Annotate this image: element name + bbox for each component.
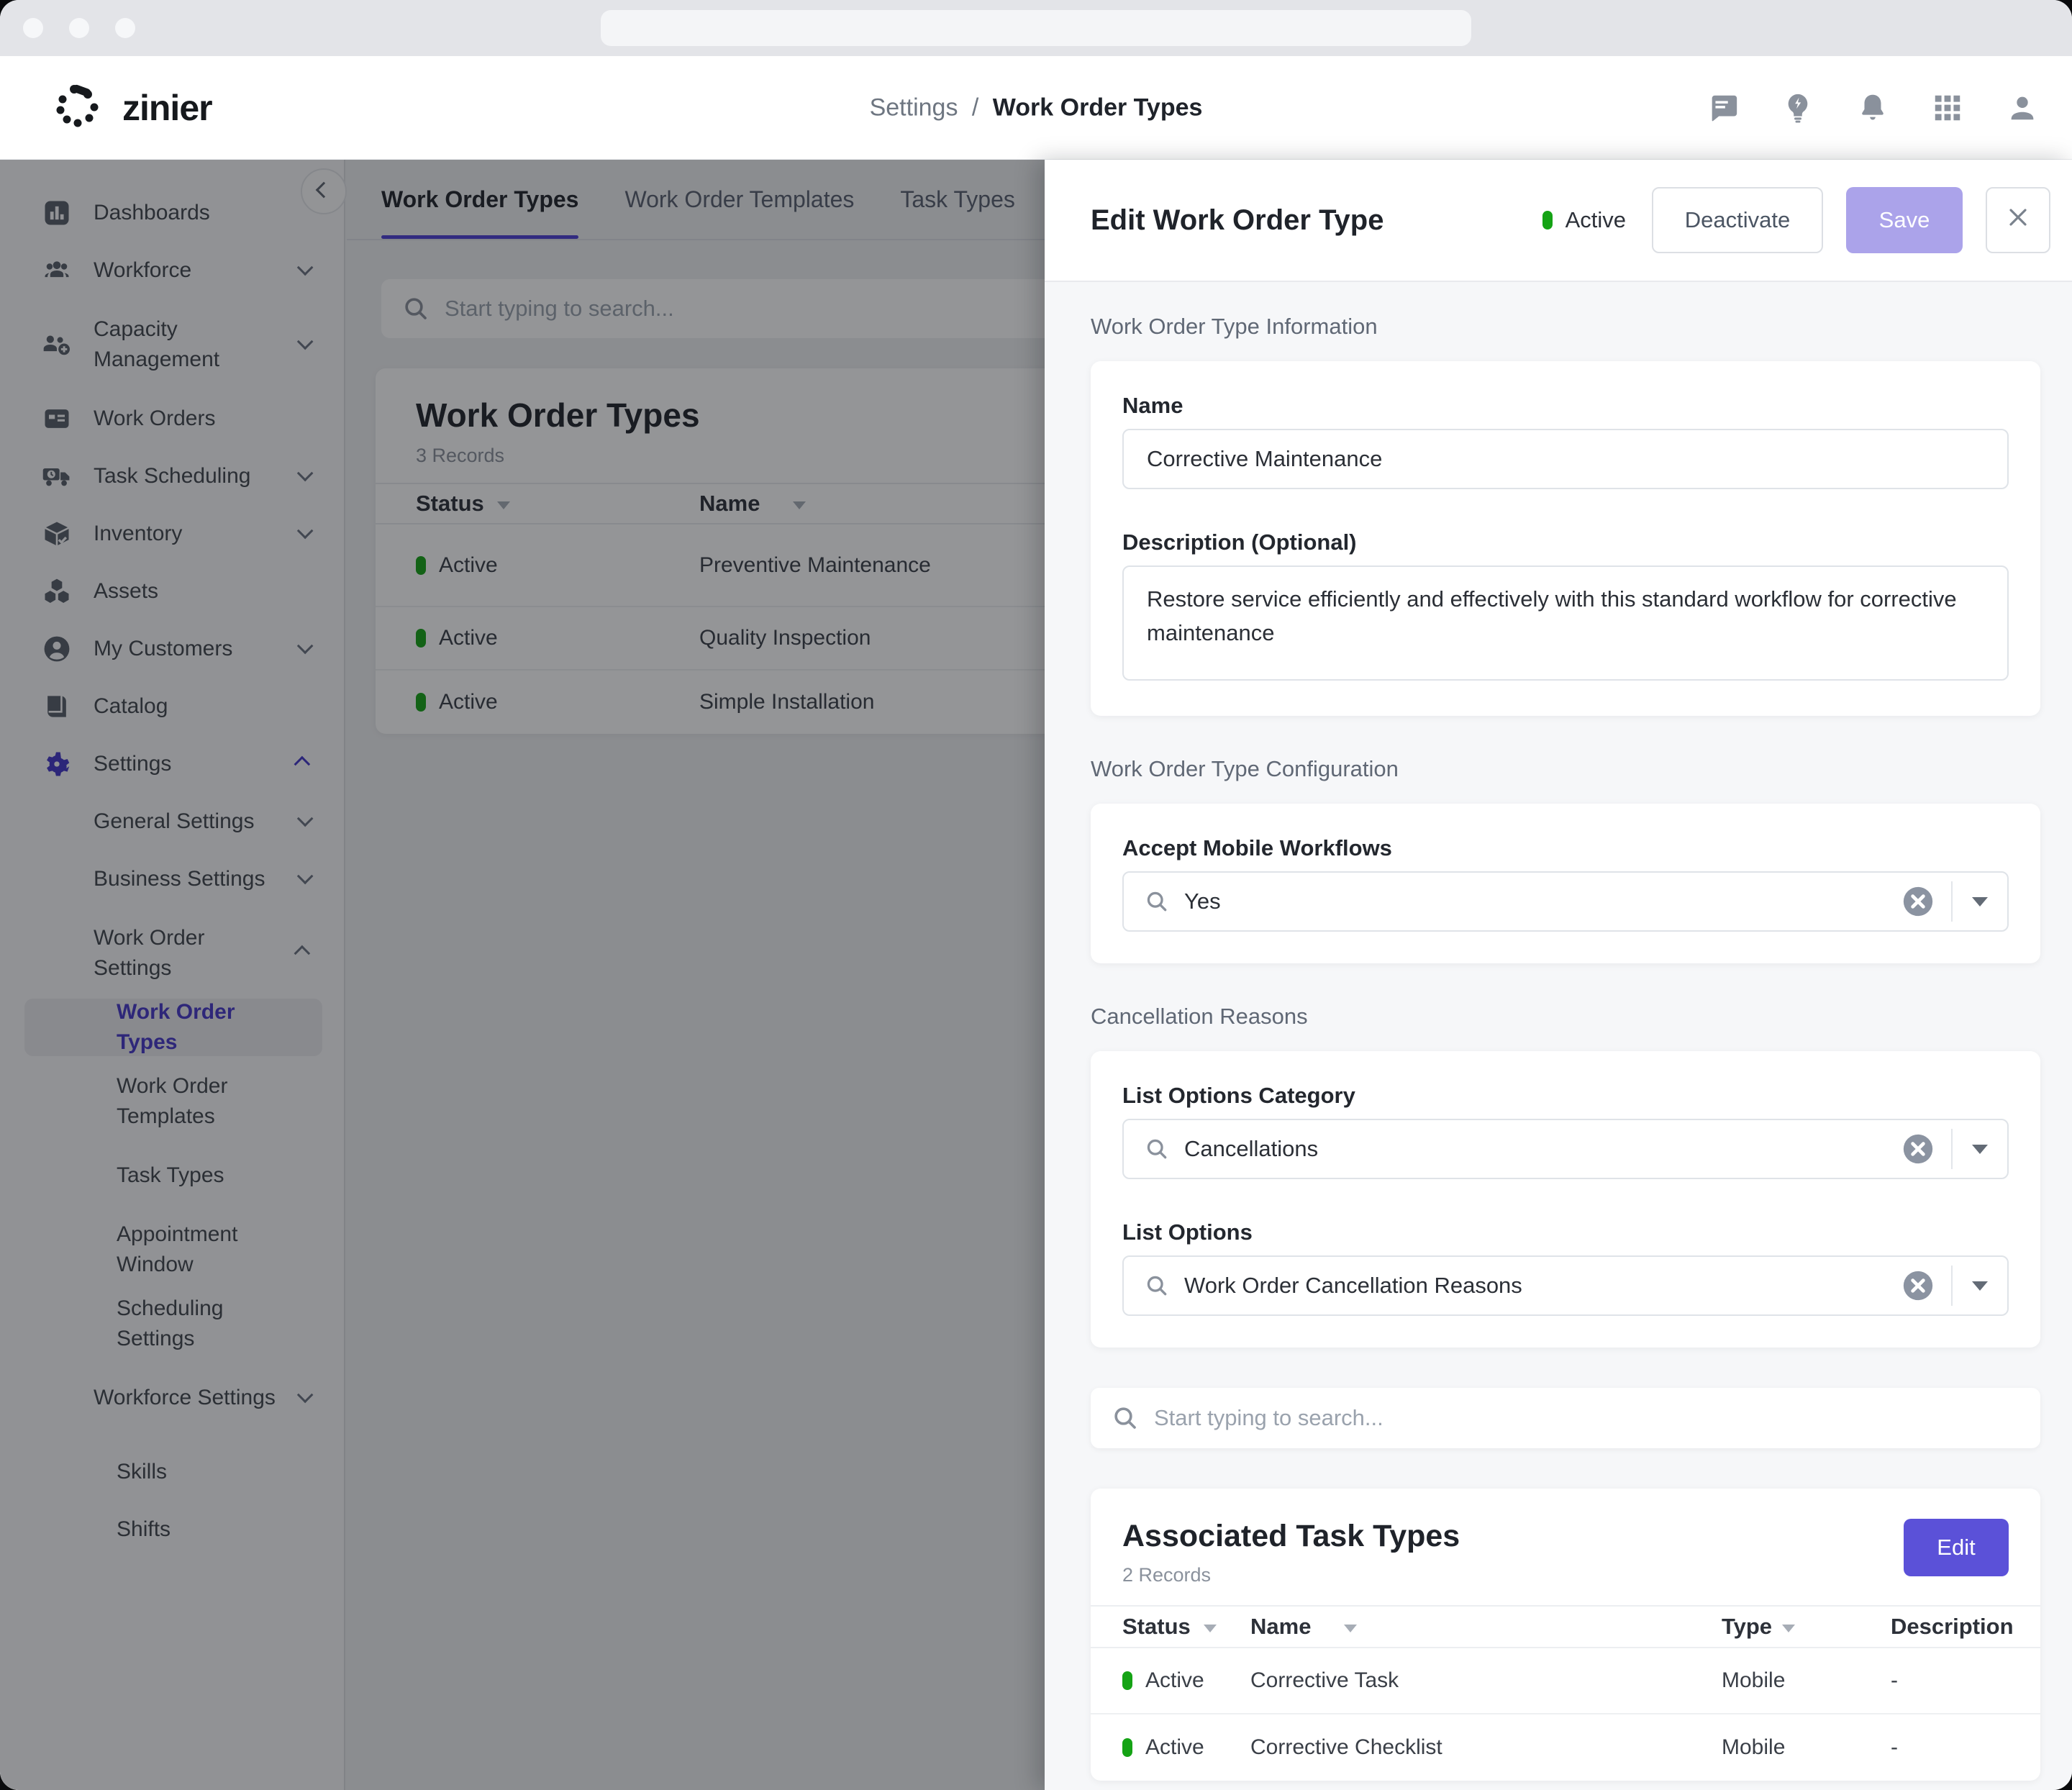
column-header-status[interactable]: Status <box>1091 1614 1250 1640</box>
accept-mobile-workflows-select[interactable] <box>1122 871 2009 932</box>
search-icon <box>1144 889 1170 914</box>
close-icon <box>2004 203 2032 237</box>
cancellation-card: List Options Category List Options <box>1091 1051 2040 1348</box>
window-control-zoom[interactable] <box>115 18 135 38</box>
save-button[interactable]: Save <box>1846 187 1963 253</box>
breadcrumb: Settings / Work Order Types <box>870 94 1203 122</box>
associated-header-row: Status Name Type Description <box>1091 1605 2040 1648</box>
associated-title: Associated Task Types <box>1122 1519 1460 1554</box>
drawer-body: Work Order Type Information Name Descrip… <box>1045 282 2072 1790</box>
browser-address-bar[interactable] <box>601 10 1471 46</box>
chevron-down-icon[interactable] <box>1953 897 2007 907</box>
app-window: zinier Settings / Work Order Types <box>0 0 2072 1790</box>
description-label: Description (Optional) <box>1122 530 2009 555</box>
column-header-type[interactable]: Type <box>1722 1614 1891 1640</box>
section-title-configuration: Work Order Type Configuration <box>1091 756 2040 782</box>
name-label: Name <box>1122 393 2009 419</box>
table-row[interactable]: Active Corrective Task Mobile - <box>1091 1648 2040 1714</box>
window-control-close[interactable] <box>23 18 43 38</box>
breadcrumb-parent[interactable]: Settings <box>870 94 958 121</box>
chevron-down-icon[interactable] <box>1953 1281 2007 1291</box>
status-dot <box>1542 211 1553 230</box>
associated-record-count: 2 Records <box>1122 1564 1460 1586</box>
search-icon <box>1111 1404 1140 1432</box>
accept-mobile-workflows-value[interactable] <box>1184 889 1902 914</box>
name-field[interactable] <box>1122 429 2009 489</box>
apps-grid-icon[interactable] <box>1931 91 1964 124</box>
app-header: zinier Settings / Work Order Types <box>0 56 2072 160</box>
list-options-category-label: List Options Category <box>1122 1083 2009 1109</box>
clear-icon[interactable] <box>1902 1133 1934 1165</box>
user-icon[interactable] <box>2006 91 2039 124</box>
logo-wordmark: zinier <box>122 87 212 129</box>
column-header-name[interactable]: Name <box>1250 1614 1722 1640</box>
column-header-description[interactable]: Description <box>1891 1614 2040 1640</box>
drawer-search-bar[interactable] <box>1091 1388 2040 1448</box>
sort-icon[interactable] <box>1782 1625 1795 1632</box>
status-dot <box>1122 1738 1132 1757</box>
edit-drawer: Edit Work Order Type Active Deactivate S… <box>1045 160 2072 1790</box>
clear-icon[interactable] <box>1902 1270 1934 1301</box>
list-options-category-value[interactable] <box>1184 1136 1902 1162</box>
drawer-title: Edit Work Order Type <box>1091 204 1383 237</box>
list-options-label: List Options <box>1122 1219 2009 1245</box>
bell-icon[interactable] <box>1856 91 1889 124</box>
breadcrumb-current: Work Order Types <box>993 94 1203 121</box>
sort-icon[interactable] <box>1204 1625 1217 1632</box>
breadcrumb-separator: / <box>972 94 978 121</box>
associated-task-types-card: Associated Task Types 2 Records Edit Sta… <box>1091 1489 2040 1781</box>
content-region: Dashboards Workforce Capacity Management… <box>0 160 2072 1790</box>
sort-icon[interactable] <box>1344 1625 1357 1632</box>
status-dot <box>1122 1671 1132 1690</box>
list-options-category-select[interactable] <box>1122 1119 2009 1179</box>
info-card: Name Description (Optional) Restore serv… <box>1091 361 2040 716</box>
section-title-cancellation: Cancellation Reasons <box>1091 1004 2040 1030</box>
list-options-value[interactable] <box>1184 1273 1902 1299</box>
deactivate-button[interactable]: Deactivate <box>1652 187 1823 253</box>
section-title-info: Work Order Type Information <box>1091 314 2040 340</box>
drawer-search-input[interactable] <box>1154 1405 2020 1431</box>
status-badge: Active <box>1542 207 1626 233</box>
chevron-down-icon[interactable] <box>1953 1145 2007 1154</box>
table-row[interactable]: Active Corrective Checklist Mobile - <box>1091 1714 2040 1781</box>
browser-chrome-bar <box>0 0 2072 56</box>
description-field[interactable]: Restore service efficiently and effectiv… <box>1122 565 2009 681</box>
search-icon <box>1144 1273 1170 1299</box>
window-control-minimize[interactable] <box>69 18 89 38</box>
list-options-select[interactable] <box>1122 1255 2009 1316</box>
configuration-card: Accept Mobile Workflows <box>1091 804 2040 963</box>
clear-icon[interactable] <box>1902 886 1934 917</box>
close-button[interactable] <box>1986 187 2050 253</box>
zinier-logo[interactable]: zinier <box>52 80 212 135</box>
edit-button[interactable]: Edit <box>1904 1519 2009 1576</box>
zinier-logo-icon <box>52 80 104 135</box>
drawer-header: Edit Work Order Type Active Deactivate S… <box>1045 160 2072 282</box>
chat-icon[interactable] <box>1707 91 1740 124</box>
accept-mobile-workflows-label: Accept Mobile Workflows <box>1122 835 2009 861</box>
search-icon <box>1144 1136 1170 1162</box>
lightbulb-icon[interactable] <box>1781 91 1814 124</box>
